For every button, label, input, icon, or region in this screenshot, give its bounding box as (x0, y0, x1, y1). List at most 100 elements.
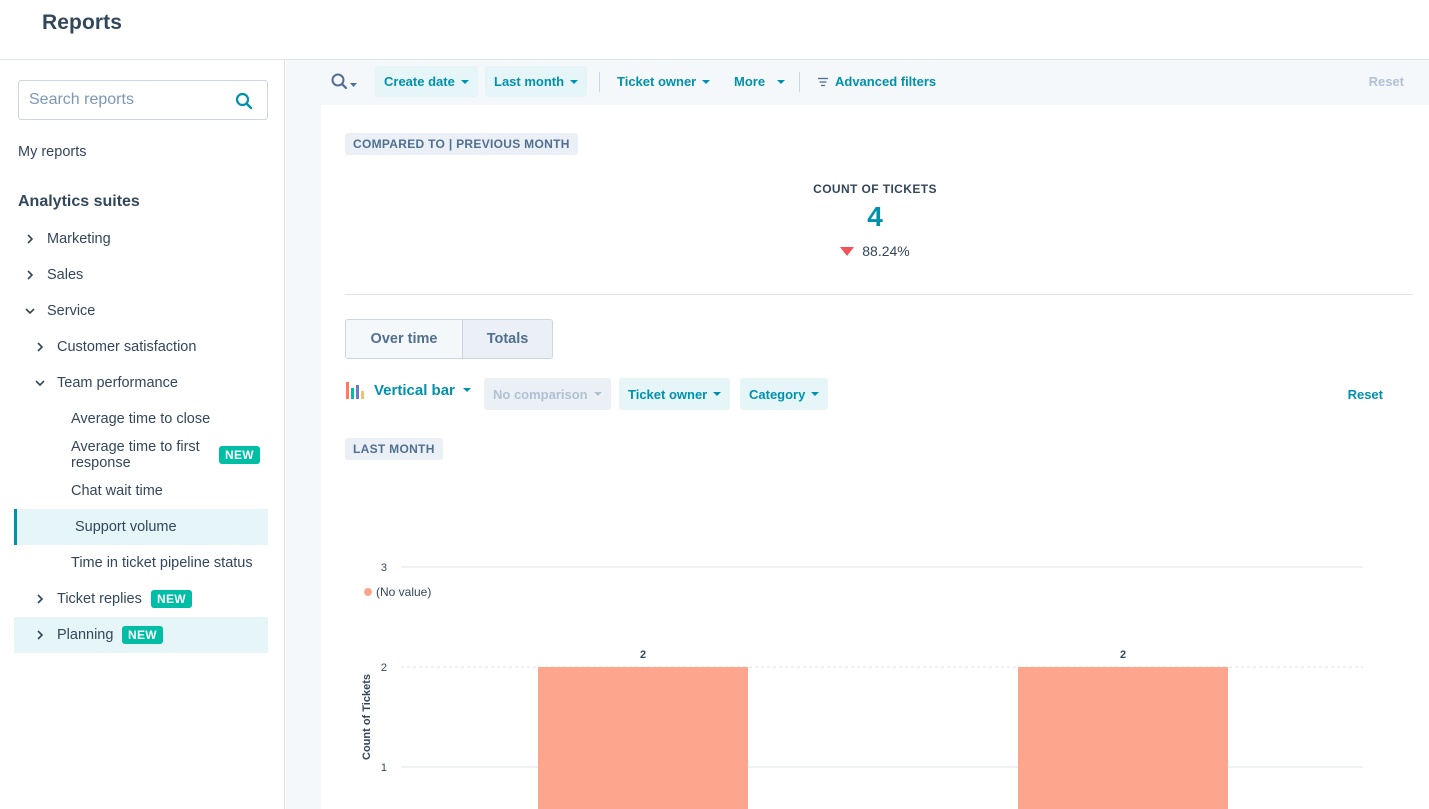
comparison-label: No comparison (493, 386, 588, 402)
period-tag: LAST MONTH (345, 438, 443, 460)
chevron-down-icon (35, 380, 45, 387)
divider (599, 72, 600, 92)
bar-data-label: 2 (1120, 649, 1126, 661)
caret-down-icon (811, 392, 820, 396)
y-tick-label: 3 (381, 562, 387, 574)
caret-down-icon (460, 79, 469, 84)
app-header: Reports (0, 0, 1429, 60)
ticket-owner-breakdown[interactable]: Ticket owner (619, 378, 731, 410)
chart-reset-button[interactable]: Reset (1348, 387, 1383, 402)
y-axis-title: Count of Tickets (361, 674, 373, 760)
caret-down-icon (462, 388, 471, 392)
y-tick-label: 1 (381, 762, 387, 774)
sidebar-item-label: Sales (47, 267, 84, 283)
sidebar-item-label: Support volume (75, 519, 177, 535)
comparison-tag: COMPARED TO | PREVIOUS MONTH (345, 133, 578, 155)
new-badge: NEW (219, 446, 260, 464)
chevron-right-icon (37, 594, 44, 604)
my-reports-link[interactable]: My reports (18, 144, 87, 160)
analytics-suites-heading: Analytics suites (18, 193, 140, 210)
caret-down-icon (702, 79, 711, 84)
kpi-change: 88.24% (321, 243, 1429, 259)
bar (538, 667, 748, 809)
sidebar-item-chat-wait-time[interactable]: Chat wait time (14, 473, 268, 509)
legend-label: (No value) (376, 585, 431, 599)
chevron-down-icon (25, 308, 35, 315)
kpi-value: 4 (867, 201, 883, 232)
category-dropdown[interactable]: Category (740, 378, 829, 410)
chevron-right-icon (37, 630, 44, 640)
sidebar-item-label: Customer satisfaction (57, 339, 197, 355)
sidebar-item-label: Chat wait time (71, 483, 163, 499)
filter-bar: Create date Last month Ticket owner More… (286, 60, 1429, 104)
more-label: More (734, 74, 766, 89)
legend-swatch (364, 588, 372, 596)
chevron-right-icon (27, 270, 34, 280)
caret-down-icon (713, 392, 722, 396)
date-range-filter[interactable]: Last month (485, 66, 588, 97)
filter-lines-icon (818, 77, 828, 86)
chart-type-label: Vertical bar (374, 381, 455, 399)
sidebar: My reports Analytics suites Marketing Sa… (0, 60, 285, 809)
search-reports-box[interactable] (18, 80, 268, 120)
sidebar-item-label: Team performance (57, 375, 178, 391)
tab-totals[interactable]: Totals (463, 320, 552, 358)
ticket-owner-breakdown-label: Ticket owner (628, 386, 708, 402)
sidebar-item-label: Service (47, 303, 96, 319)
sidebar-item-planning[interactable]: Planning NEW (14, 617, 268, 653)
tab-over-time[interactable]: Over time (346, 320, 463, 358)
search-input[interactable] (29, 89, 229, 111)
sidebar-item-customer-satisfaction[interactable]: Customer satisfaction (14, 329, 268, 365)
filters-reset-button[interactable]: Reset (1369, 74, 1404, 89)
sidebar-item-time-in-ticket-pipeline-status[interactable]: Time in ticket pipeline status (14, 545, 268, 581)
bar-chart: (No value) 1 2 3 Count of Tickets 2 2 (361, 562, 1363, 809)
comparison-dropdown[interactable]: No comparison (484, 378, 611, 410)
chevron-right-icon (27, 234, 34, 244)
view-toggle: Over time Totals (345, 319, 553, 359)
new-badge: NEW (151, 590, 192, 608)
y-tick-label: 2 (381, 662, 387, 674)
category-label: Category (749, 386, 806, 402)
sidebar-item-team-performance[interactable]: Team performance (14, 365, 268, 401)
bar-chart-icon (346, 382, 364, 399)
create-date-filter[interactable]: Create date (375, 66, 478, 97)
sidebar-item-marketing[interactable]: Marketing (14, 221, 268, 257)
sidebar-item-support-volume[interactable]: Support volume (14, 509, 268, 545)
visualization-controls: Vertical bar No comparison Ticket owner … (345, 378, 1389, 410)
create-date-label: Create date (384, 74, 455, 89)
sidebar-item-label: Ticket replies (57, 591, 142, 607)
bar (1018, 667, 1228, 809)
kpi-change-percent: 88.24% (862, 243, 910, 259)
sidebar-item-label: Planning (57, 627, 114, 643)
search-icon[interactable] (235, 92, 253, 110)
divider (345, 294, 1413, 295)
main-content: Create date Last month Ticket owner More… (286, 60, 1429, 809)
advanced-filters-button[interactable]: Advanced filters (808, 66, 945, 97)
caret-down-icon (593, 392, 602, 396)
sidebar-item-ticket-replies[interactable]: Ticket replies NEW (14, 581, 268, 617)
chart-type-dropdown[interactable]: Vertical bar (345, 380, 471, 400)
date-range-label: Last month (494, 74, 565, 89)
ticket-owner-label: Ticket owner (617, 74, 697, 89)
advanced-filters-label: Advanced filters (835, 74, 937, 89)
sidebar-item-sales[interactable]: Sales (14, 257, 268, 293)
filter-search-icon[interactable] (330, 72, 360, 92)
sidebar-item-average-time-to-close[interactable]: Average time to close (14, 401, 268, 437)
decrease-arrow-icon (840, 246, 855, 256)
kpi-label: COUNT OF TICKETS (813, 182, 937, 196)
new-badge: NEW (122, 626, 163, 644)
sidebar-item-label: Time in ticket pipeline status (71, 555, 253, 571)
sidebar-item-label: Average time to first response (71, 439, 200, 471)
sidebar-item-label: Marketing (47, 231, 111, 247)
chevron-right-icon (37, 342, 44, 352)
ticket-owner-filter[interactable]: Ticket owner (608, 66, 719, 97)
caret-down-icon (570, 79, 579, 84)
divider (799, 72, 800, 92)
page-title: Reports (42, 11, 123, 34)
sidebar-item-service[interactable]: Service (14, 293, 268, 329)
bar-data-label: 2 (640, 649, 646, 661)
sidebar-item-average-time-to-first-response[interactable]: Average time to first response NEW (14, 433, 268, 477)
more-filters[interactable]: More (725, 66, 794, 97)
caret-down-icon (777, 79, 786, 84)
report-card: COMPARED TO | PREVIOUS MONTH COUNT OF TI… (321, 105, 1429, 809)
